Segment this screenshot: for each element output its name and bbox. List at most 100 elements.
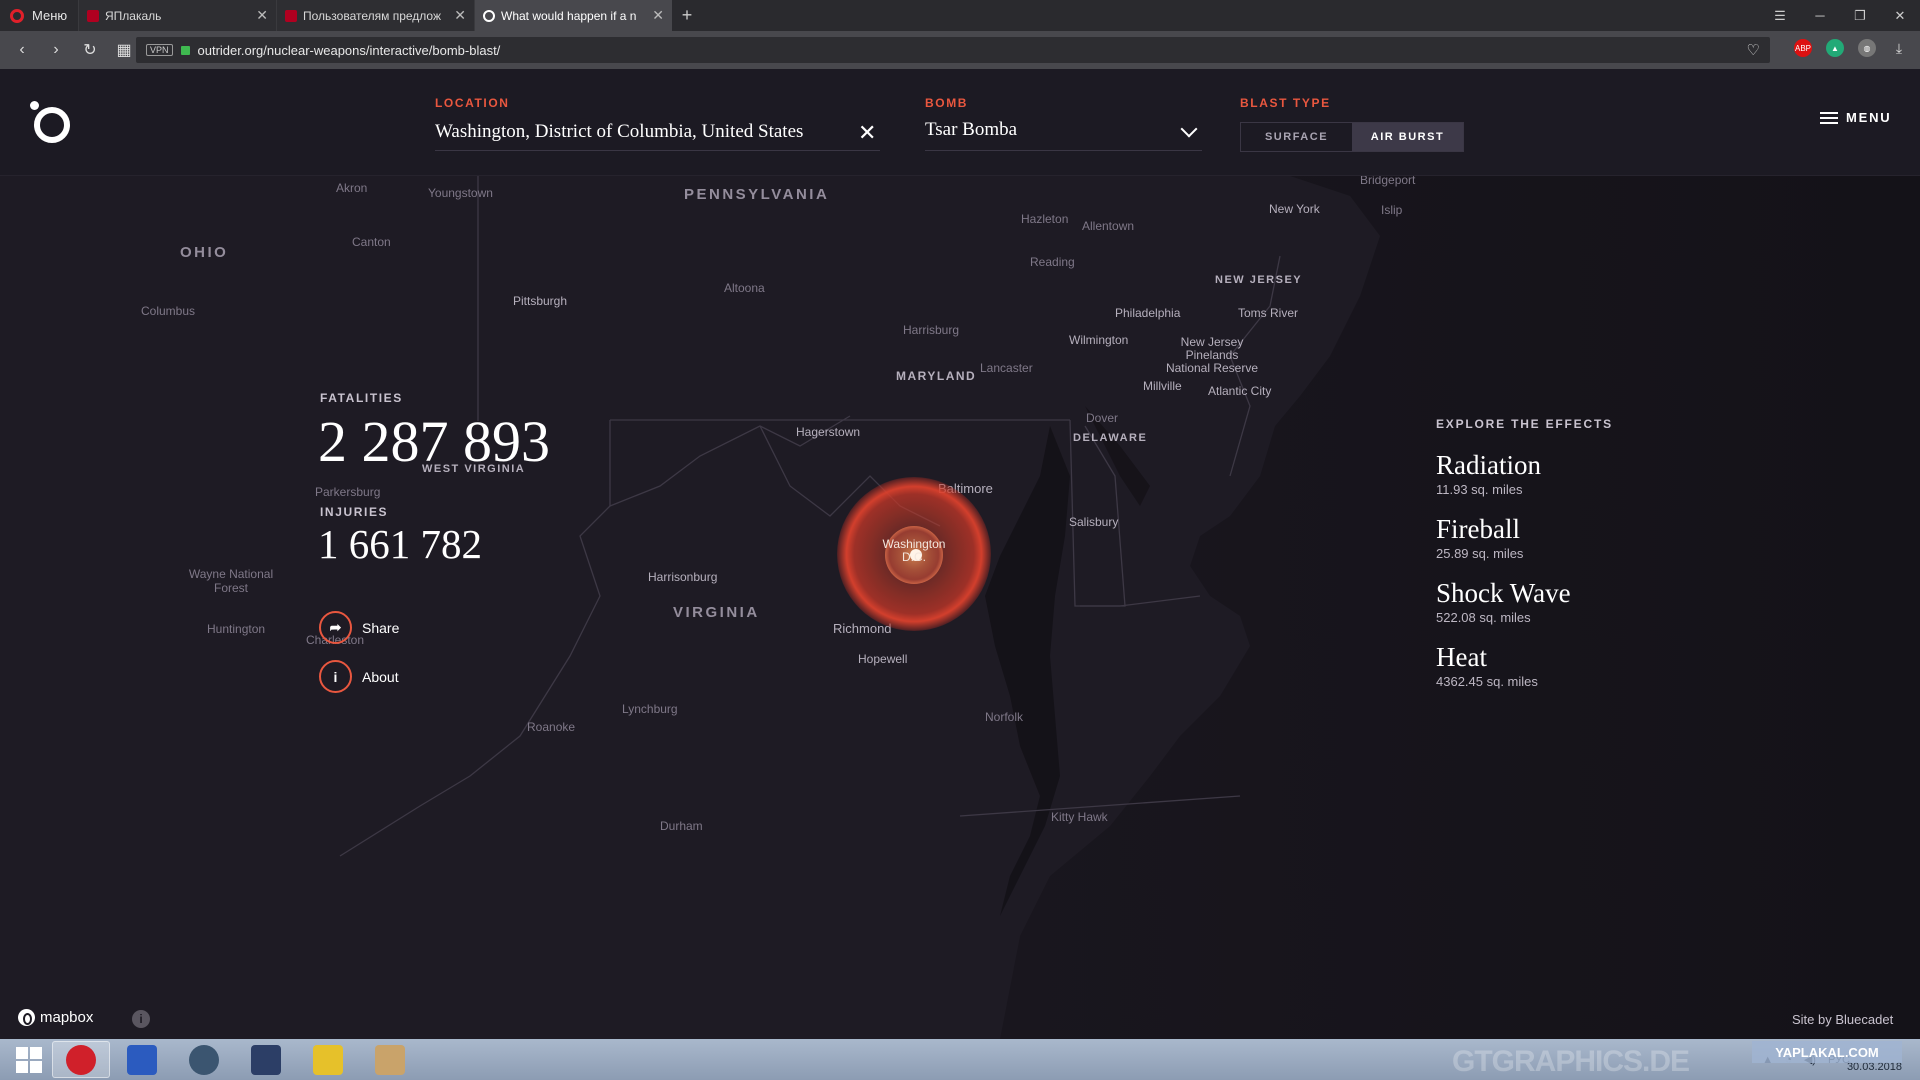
- place-label: Akron: [336, 181, 368, 195]
- taskbar-paint-app[interactable]: [361, 1041, 419, 1078]
- location-input[interactable]: Washington, District of Columbia, United…: [435, 121, 803, 143]
- outrider-logo-icon[interactable]: [30, 101, 72, 143]
- state-label: MARYLAND: [896, 369, 977, 383]
- tab-outrider[interactable]: What would happen if a n ✕: [474, 0, 672, 31]
- tab-yaplakal[interactable]: ЯПлакаль ✕: [78, 0, 276, 31]
- bookmark-heart-icon[interactable]: ♡: [1747, 41, 1760, 59]
- forward-icon[interactable]: ›: [42, 36, 70, 64]
- place-label: Huntington: [207, 622, 266, 636]
- effect-name: Shock Wave: [1436, 578, 1571, 608]
- place-label: Altoona: [724, 281, 765, 295]
- effect-shock-wave[interactable]: Shock Wave 522.08 sq. miles: [1436, 578, 1571, 625]
- taskbar-opera[interactable]: [52, 1041, 110, 1078]
- globe-icon[interactable]: ◍: [1858, 39, 1876, 57]
- place-label: Salisbury: [1069, 515, 1119, 529]
- place-label: Kitty Hawk: [1051, 810, 1108, 824]
- site-credit-link[interactable]: Site by Bluecadet: [1792, 1012, 1893, 1027]
- info-icon: i: [319, 660, 352, 693]
- place-label: Columbus: [141, 304, 196, 318]
- avatar-icon: [251, 1044, 281, 1075]
- place-label: Norfolk: [985, 710, 1024, 724]
- reload-icon[interactable]: ↻: [76, 36, 104, 64]
- share-arrow-icon: ➦: [319, 611, 352, 644]
- place-label: Bridgeport: [1360, 176, 1416, 187]
- taskbar-media-app[interactable]: [299, 1041, 357, 1078]
- gtgraphics-watermark: GTGRAPHICS.DE: [1452, 1045, 1690, 1078]
- surface-option[interactable]: SURFACE: [1241, 123, 1352, 151]
- place-label: Millville: [1143, 379, 1182, 393]
- place-label: Allentown: [1082, 219, 1135, 233]
- url-field[interactable]: VPN outrider.org/nuclear-weapons/interac…: [136, 37, 1770, 63]
- url-text[interactable]: outrider.org/nuclear-weapons/interactive…: [198, 43, 1739, 58]
- clear-location-icon[interactable]: ✕: [858, 120, 876, 146]
- place-label: Harrisburg: [903, 323, 960, 337]
- adblock-icon[interactable]: ABP: [1794, 39, 1812, 57]
- back-icon[interactable]: ‹: [8, 36, 36, 64]
- place-label: New Jersey Pinelands National Reserve: [1165, 335, 1259, 375]
- tab-yaplakal-2[interactable]: Пользователям предлож ✕: [276, 0, 474, 31]
- air-burst-option[interactable]: AIR BURST: [1352, 123, 1463, 151]
- close-tab-icon[interactable]: ✕: [454, 7, 466, 24]
- opera-menu-button[interactable]: Меню: [0, 0, 78, 31]
- place-label: Lancaster: [980, 361, 1033, 375]
- paint-icon: [375, 1044, 405, 1075]
- floppy-disk-icon: [127, 1044, 157, 1075]
- speed-dial-icon[interactable]: ▦: [110, 36, 138, 64]
- vpn-badge[interactable]: VPN: [146, 44, 173, 56]
- tab-title: Пользователям предлож: [303, 8, 441, 23]
- minimize-icon[interactable]: ─: [1800, 0, 1840, 31]
- download-icon[interactable]: ⤓: [1890, 39, 1908, 57]
- window-controls: ☰ ─ ❐ ✕: [1760, 0, 1920, 31]
- media-player-icon: [313, 1044, 343, 1075]
- effect-name: Fireball: [1436, 514, 1520, 544]
- place-label: New York: [1269, 202, 1320, 216]
- browser-tab-bar: Меню ЯПлакаль ✕ Пользователям предлож ✕ …: [0, 0, 1920, 31]
- start-button[interactable]: [0, 1041, 58, 1078]
- effect-radiation[interactable]: Radiation 11.93 sq. miles: [1436, 450, 1541, 497]
- opera-logo-icon: [10, 8, 24, 23]
- extension-icon[interactable]: ▲: [1826, 39, 1844, 57]
- windows-logo-icon: [16, 1046, 42, 1073]
- tab-menu-icon[interactable]: ☰: [1760, 0, 1800, 31]
- blast-type-toggle: SURFACE AIR BURST: [1240, 122, 1464, 152]
- new-tab-button[interactable]: +: [672, 0, 702, 31]
- effect-heat[interactable]: Heat 4362.45 sq. miles: [1436, 642, 1538, 689]
- outrider-favicon-icon: [483, 9, 495, 22]
- state-label: DELAWARE: [1073, 432, 1148, 444]
- mapbox-label: mapbox: [40, 1009, 94, 1026]
- effect-name: Heat: [1436, 642, 1487, 672]
- address-bar: ‹ › ↻ ▦ VPN outrider.org/nuclear-weapons…: [0, 31, 1920, 69]
- effects-title: EXPLORE THE EFFECTS: [1436, 417, 1613, 431]
- effect-area: 522.08 sq. miles: [1436, 610, 1531, 625]
- effect-area: 25.89 sq. miles: [1436, 546, 1524, 561]
- menu-label: MENU: [1846, 110, 1892, 125]
- share-button[interactable]: ➦ Share: [319, 611, 399, 644]
- taskbar-settings-app[interactable]: [175, 1041, 233, 1078]
- location-underline: [435, 150, 880, 151]
- menu-button[interactable]: MENU: [1820, 110, 1891, 125]
- share-label: Share: [362, 619, 400, 636]
- lock-icon[interactable]: [180, 45, 190, 55]
- hamburger-icon: [1820, 111, 1838, 124]
- close-tab-icon[interactable]: ✕: [652, 7, 664, 24]
- place-label: Islip: [1381, 203, 1403, 217]
- effect-fireball[interactable]: Fireball 25.89 sq. miles: [1436, 514, 1523, 561]
- place-label: Wayne National Forest: [188, 567, 274, 595]
- taskbar-save-app[interactable]: [113, 1041, 171, 1078]
- yaplakal-favicon-icon: [87, 9, 99, 22]
- bomb-select[interactable]: Tsar Bomba: [925, 119, 1017, 141]
- mapbox-logo[interactable]: mapbox: [18, 1009, 93, 1026]
- close-tab-icon[interactable]: ✕: [256, 7, 268, 24]
- attribution-info-icon[interactable]: i: [132, 1010, 150, 1028]
- about-button[interactable]: i About: [319, 660, 399, 693]
- taskbar-user-app[interactable]: [237, 1041, 295, 1078]
- injuries-value: 1 661 782: [318, 521, 482, 567]
- state-label: NEW JERSEY: [1215, 274, 1303, 286]
- place-label: Philadelphia: [1115, 306, 1181, 320]
- chevron-down-icon[interactable]: [1180, 120, 1198, 138]
- map-canvas[interactable]: PENNSYLVANIA OHIO MARYLAND WEST VIRGINIA…: [0, 176, 1920, 1039]
- close-window-icon[interactable]: ✕: [1880, 0, 1920, 31]
- place-label: Youngstown: [428, 186, 493, 200]
- blast-type-label: BLAST TYPE: [1240, 96, 1331, 110]
- restore-icon[interactable]: ❐: [1840, 0, 1880, 31]
